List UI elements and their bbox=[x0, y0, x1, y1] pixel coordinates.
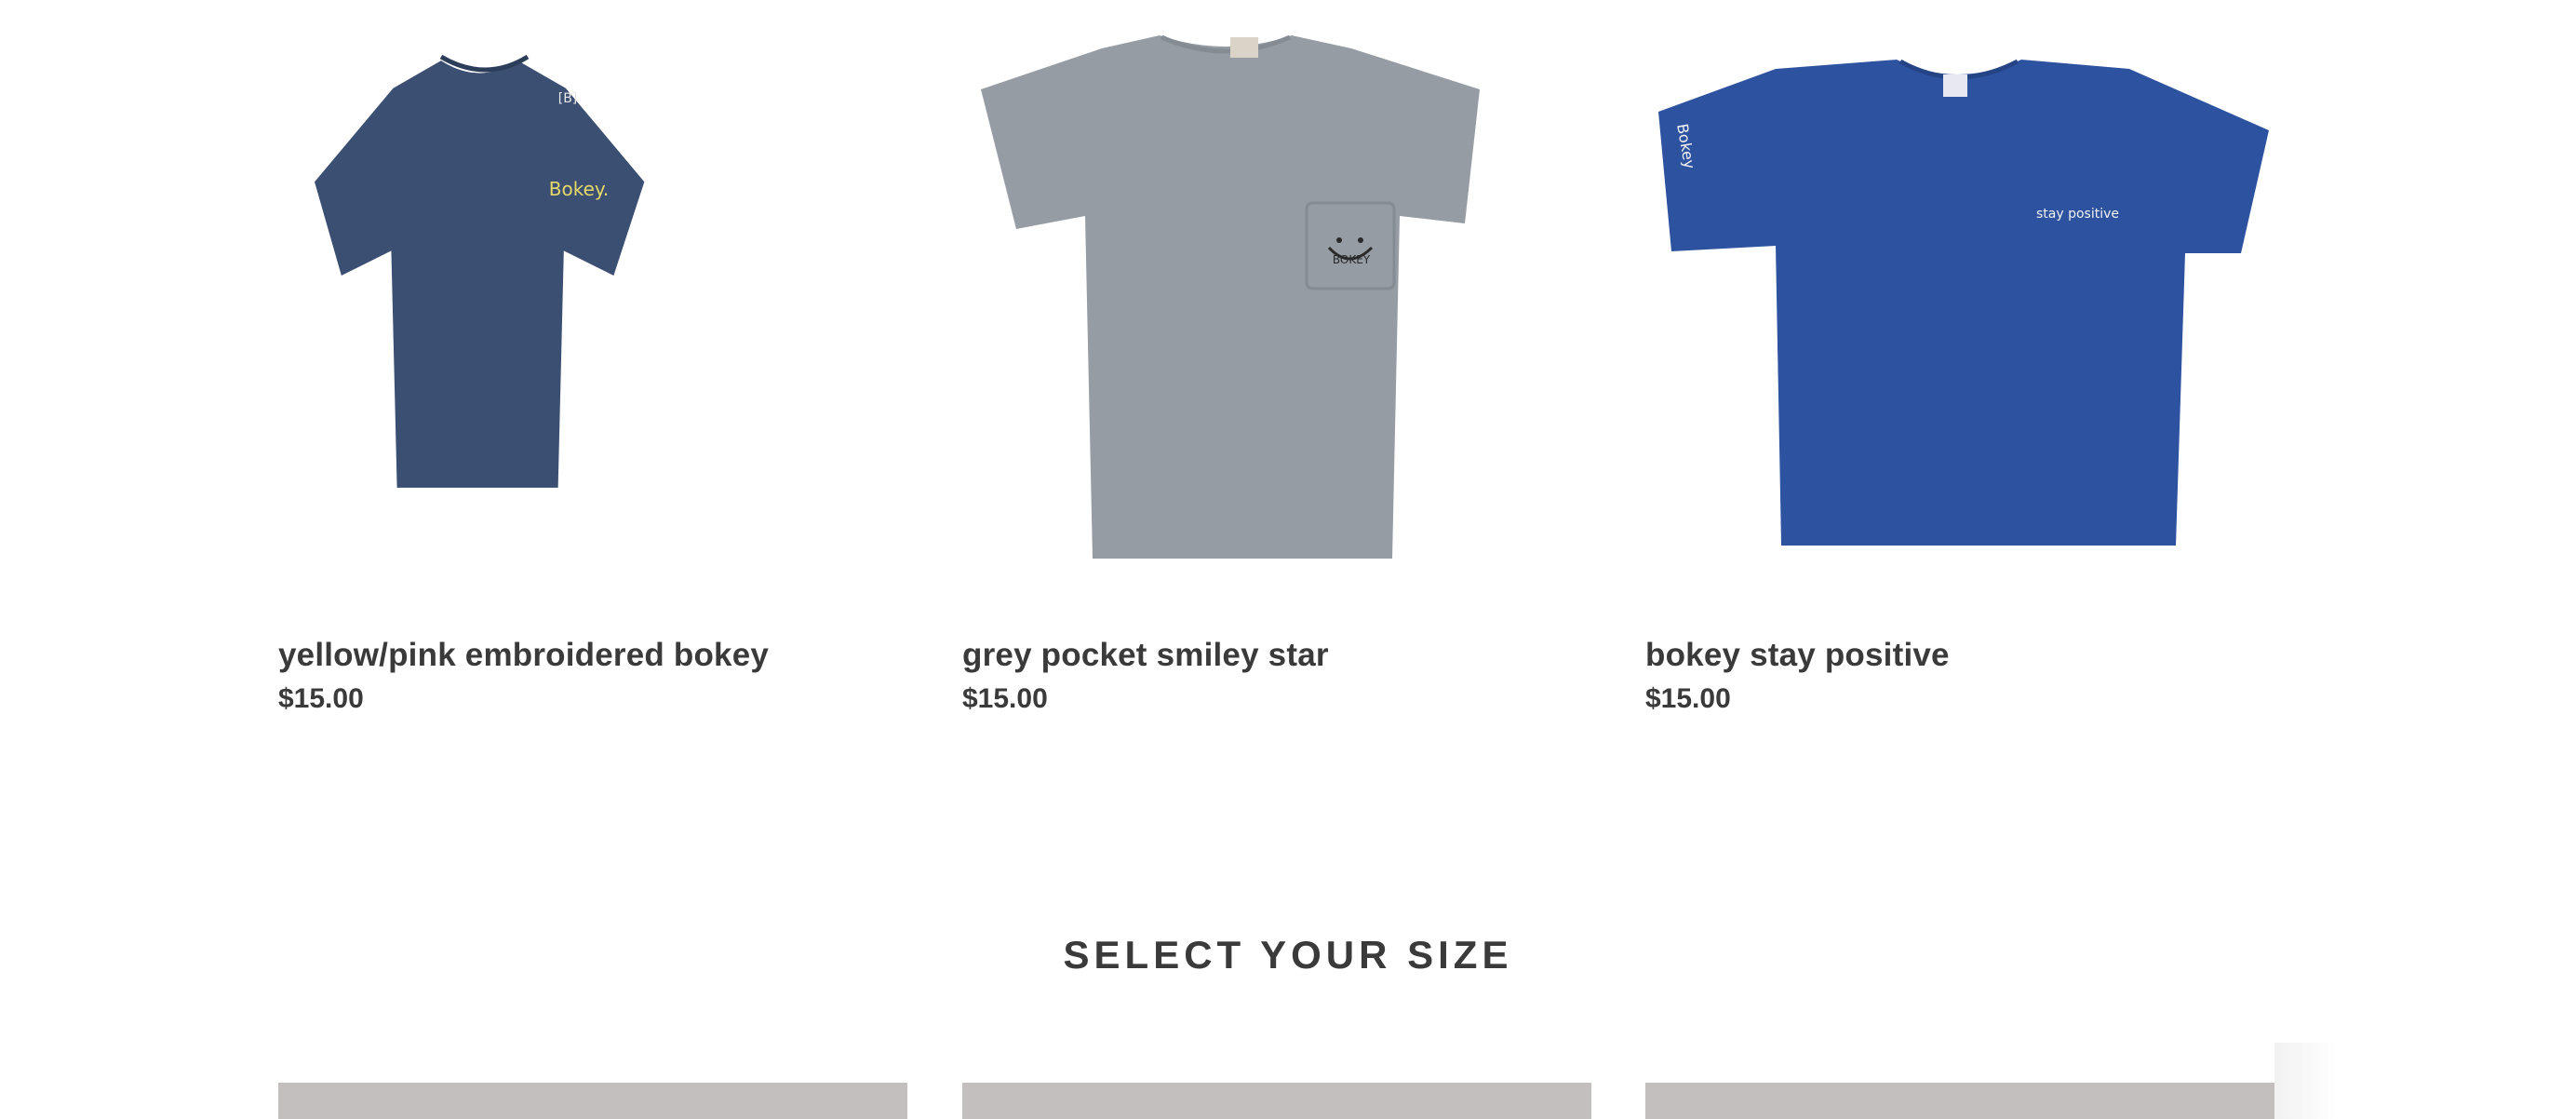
product-image[interactable]: [B] Bokey. bbox=[278, 0, 907, 596]
print-text: Bokey. bbox=[549, 178, 609, 200]
shirt-tag bbox=[1230, 37, 1258, 58]
size-tile[interactable] bbox=[962, 1083, 1591, 1119]
product-title[interactable]: yellow/pink embroidered bokey bbox=[278, 637, 769, 674]
size-tile[interactable] bbox=[278, 1083, 907, 1119]
product-price: $15.00 bbox=[278, 683, 364, 714]
product-card[interactable]: [B] Bokey. yellow/pink embroidered bokey… bbox=[278, 0, 907, 745]
print-text: BOKEY bbox=[1333, 253, 1371, 266]
product-price: $15.00 bbox=[1645, 683, 1731, 714]
edge-shadow bbox=[2274, 1043, 2340, 1119]
smiley-eye bbox=[1358, 237, 1363, 243]
product-title[interactable]: bokey stay positive bbox=[1645, 637, 1950, 674]
shirt-tag bbox=[1943, 74, 1967, 97]
product-card[interactable]: BOKEY grey pocket smiley star $15.00 bbox=[962, 0, 1591, 745]
grey-pocket-tshirt-icon: BOKEY bbox=[981, 34, 1480, 559]
product-title[interactable]: grey pocket smiley star bbox=[962, 637, 1329, 674]
size-options-row bbox=[278, 1083, 2274, 1119]
section-heading-select-size: SELECT YOUR SIZE bbox=[1063, 933, 1513, 977]
shirt-body bbox=[981, 35, 1480, 559]
shirt-body bbox=[315, 61, 645, 488]
product-card[interactable]: stay positive Bokey bokey stay positive … bbox=[1645, 0, 2274, 745]
tag-text: [B] bbox=[558, 91, 578, 106]
product-grid: [B] Bokey. yellow/pink embroidered bokey… bbox=[278, 0, 2274, 745]
blue-tshirt-icon: stay positive Bokey bbox=[1658, 59, 2269, 546]
size-tile[interactable] bbox=[1645, 1083, 2274, 1119]
print-text: stay positive bbox=[2036, 207, 2119, 222]
navy-tshirt-icon: [B] Bokey. bbox=[315, 54, 645, 488]
shirt-body bbox=[1658, 60, 2269, 546]
product-price: $15.00 bbox=[962, 683, 1048, 714]
product-image[interactable]: stay positive Bokey bbox=[1645, 0, 2274, 596]
smiley-eye bbox=[1336, 237, 1342, 243]
product-image[interactable]: BOKEY bbox=[962, 0, 1591, 596]
